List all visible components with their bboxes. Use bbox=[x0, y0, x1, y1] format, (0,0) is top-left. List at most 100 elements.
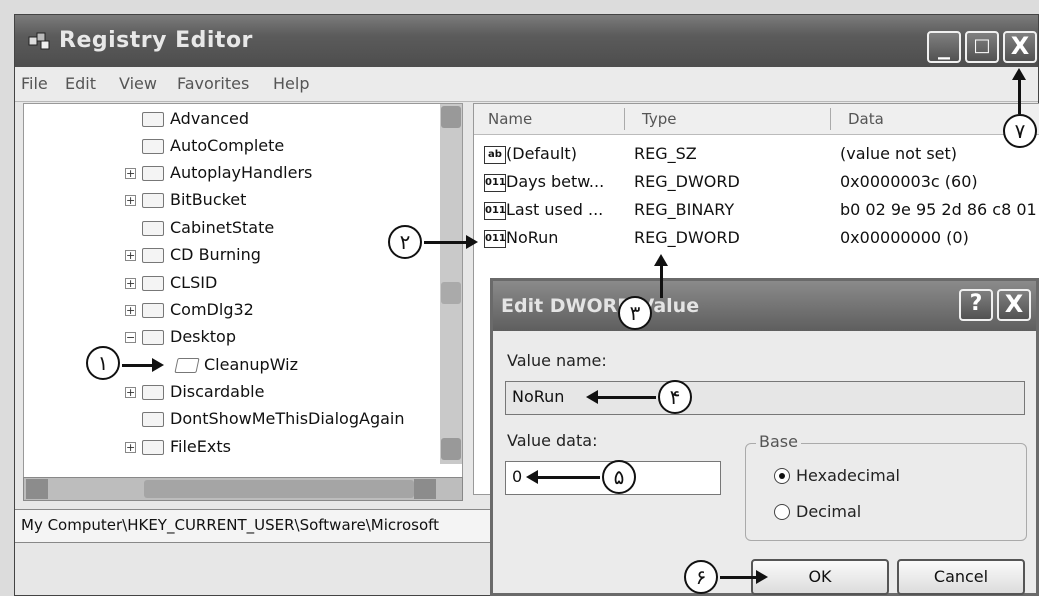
menu-view[interactable]: View bbox=[119, 74, 157, 93]
tree-item-label: ComDlg32 bbox=[170, 300, 254, 319]
tree-item-cleanupwiz[interactable]: CleanupWiz bbox=[174, 352, 299, 378]
dialog-title-bar[interactable]: Edit DWORD Value ? X bbox=[493, 281, 1036, 331]
arrowhead-icon bbox=[526, 470, 538, 484]
arrow-left-icon bbox=[596, 396, 656, 399]
value-name: Last used ... bbox=[506, 200, 604, 219]
list-row[interactable]: 011Days betw... REG_DWORD 0x0000003c (60… bbox=[474, 168, 1039, 196]
scroll-down-icon[interactable] bbox=[441, 438, 461, 460]
expand-icon[interactable]: + bbox=[125, 387, 136, 398]
maximize-button[interactable]: □ bbox=[965, 31, 999, 63]
list-row[interactable]: 011NoRun REG_DWORD 0x00000000 (0) bbox=[474, 224, 1039, 252]
list-header: Name Type Data bbox=[474, 104, 1039, 135]
arrow-up-icon bbox=[660, 262, 663, 298]
dialog-title: Edit DWORD Value bbox=[501, 295, 700, 317]
menu-edit[interactable]: Edit bbox=[65, 74, 96, 93]
scroll-thumb[interactable] bbox=[144, 480, 414, 498]
base-label: Base bbox=[756, 432, 801, 451]
tree-item-discardable[interactable]: Discardable bbox=[142, 379, 264, 405]
folder-icon bbox=[142, 112, 164, 127]
tree-item-bitbucket[interactable]: BitBucket bbox=[142, 187, 246, 213]
value-type: REG_DWORD bbox=[634, 228, 740, 247]
arrow-up-icon bbox=[1018, 76, 1021, 114]
radio-hexadecimal[interactable] bbox=[774, 468, 790, 484]
tree-item-advanced[interactable]: Advanced bbox=[142, 106, 249, 132]
tree-item-autoplayhandlers[interactable]: AutoplayHandlers bbox=[142, 160, 312, 186]
column-divider[interactable] bbox=[624, 108, 625, 130]
tree-item-label: AutoplayHandlers bbox=[170, 163, 313, 182]
scroll-right-icon[interactable] bbox=[414, 479, 436, 499]
folder-icon bbox=[142, 440, 164, 455]
radio-hexadecimal-label[interactable]: Hexadecimal bbox=[796, 466, 900, 485]
list-row[interactable]: ab (Default) REG_SZ (value not set) bbox=[474, 140, 1039, 168]
tree-item-label: CabinetState bbox=[170, 218, 275, 237]
value-type: REG_DWORD bbox=[634, 172, 740, 191]
value-type: REG_BINARY bbox=[634, 200, 735, 219]
expand-icon[interactable]: + bbox=[125, 442, 136, 453]
tree-item-cd-burning[interactable]: CD Burning bbox=[142, 242, 261, 268]
arrowhead-icon bbox=[654, 254, 668, 266]
tree-item-desktop[interactable]: Desktop bbox=[142, 324, 236, 350]
arrow-right-icon bbox=[122, 364, 156, 367]
window-title: Registry Editor bbox=[59, 28, 253, 53]
menu-file[interactable]: File bbox=[21, 74, 48, 93]
column-data[interactable]: Data bbox=[848, 110, 884, 128]
binary-value-icon: 011 bbox=[484, 201, 506, 220]
radio-decimal[interactable] bbox=[774, 504, 790, 520]
expand-icon[interactable]: + bbox=[125, 250, 136, 261]
folder-icon bbox=[142, 193, 164, 208]
tree-horizontal-scrollbar[interactable] bbox=[23, 477, 463, 501]
title-bar[interactable]: Registry Editor _ □ X bbox=[15, 15, 1038, 67]
menu-favorites[interactable]: Favorites bbox=[177, 74, 249, 93]
radio-decimal-label[interactable]: Decimal bbox=[796, 502, 861, 521]
binary-value-icon: 011 bbox=[484, 173, 506, 192]
tree-item-label: Discardable bbox=[170, 382, 265, 401]
tree-item-comdlg32[interactable]: ComDlg32 bbox=[142, 297, 254, 323]
tree-item-fileexts[interactable]: FileExts bbox=[142, 434, 231, 460]
close-button[interactable]: X bbox=[1003, 31, 1037, 63]
menu-help[interactable]: Help bbox=[273, 74, 309, 93]
registry-editor-icon bbox=[28, 32, 50, 50]
column-name[interactable]: Name bbox=[488, 110, 532, 128]
ok-button[interactable]: OK bbox=[751, 559, 889, 595]
value-data-label: Value data: bbox=[507, 431, 598, 450]
scroll-thumb[interactable] bbox=[441, 282, 461, 304]
tree-item-label: CleanupWiz bbox=[204, 355, 299, 374]
tree-item-autocomplete[interactable]: AutoComplete bbox=[142, 133, 284, 159]
callout-5: ۵ bbox=[602, 460, 636, 494]
tree-item-dontshowmethisdialogagain[interactable]: DontShowMeThisDialogAgain bbox=[142, 406, 405, 432]
callout-4: ۴ bbox=[658, 380, 692, 414]
folder-icon bbox=[142, 385, 164, 400]
tree-item-clsid[interactable]: CLSID bbox=[142, 270, 217, 296]
folder-icon bbox=[142, 221, 164, 236]
folder-icon bbox=[142, 303, 164, 318]
column-divider[interactable] bbox=[830, 108, 831, 130]
help-button[interactable]: ? bbox=[959, 289, 993, 321]
tree-vertical-scrollbar[interactable] bbox=[440, 104, 462, 464]
arrowhead-icon bbox=[152, 358, 164, 372]
tree-item-cabinetstate[interactable]: CabinetState bbox=[142, 215, 274, 241]
scroll-up-icon[interactable] bbox=[441, 106, 461, 128]
minimize-button[interactable]: _ bbox=[927, 31, 961, 63]
expand-icon[interactable]: + bbox=[125, 195, 136, 206]
column-type[interactable]: Type bbox=[642, 110, 676, 128]
tree-item-label: BitBucket bbox=[170, 190, 247, 209]
expand-icon[interactable]: + bbox=[125, 278, 136, 289]
list-row[interactable]: 011Last used ... REG_BINARY b0 02 9e 95 … bbox=[474, 196, 1039, 224]
scroll-left-icon[interactable] bbox=[26, 479, 48, 499]
value-data: 0x00000000 (0) bbox=[840, 228, 969, 247]
folder-open-icon bbox=[174, 358, 200, 373]
registry-tree[interactable]: Advanced AutoComplete + AutoplayHandlers… bbox=[23, 103, 463, 495]
folder-icon bbox=[142, 139, 164, 154]
expand-icon[interactable]: + bbox=[125, 305, 136, 316]
dialog-close-button[interactable]: X bbox=[997, 289, 1031, 321]
menu-bar: File Edit View Favorites Help bbox=[15, 67, 1038, 102]
collapse-icon[interactable]: − bbox=[125, 332, 136, 343]
status-path: My Computer\HKEY_CURRENT_USER\Software\M… bbox=[21, 516, 440, 534]
value-name-field[interactable]: NoRun bbox=[505, 381, 1025, 415]
value-data: b0 02 9e 95 2d 86 c8 01 bbox=[840, 200, 1037, 219]
cancel-button[interactable]: Cancel bbox=[897, 559, 1025, 595]
folder-icon bbox=[142, 166, 164, 181]
arrowhead-icon bbox=[586, 390, 598, 404]
folder-icon bbox=[142, 330, 164, 345]
expand-icon[interactable]: + bbox=[125, 168, 136, 179]
